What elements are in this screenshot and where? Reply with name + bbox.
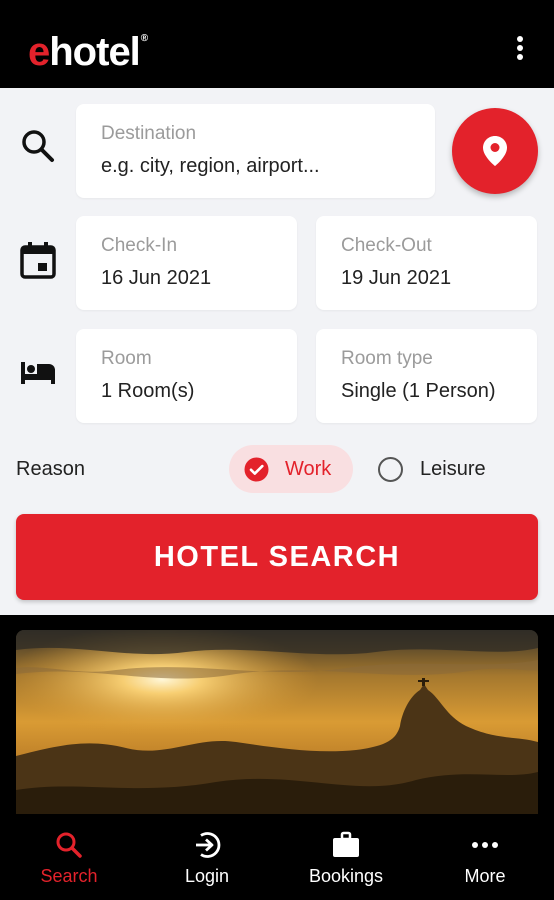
nav-login[interactable]: Login: [152, 814, 262, 900]
checkout-label: Check-Out: [341, 235, 432, 256]
checkin-label: Check-In: [101, 235, 178, 256]
checkout-field[interactable]: Check-Out 19 Jun 2021: [316, 216, 537, 310]
app-bar: ehotel®: [0, 0, 554, 88]
hotel-search-button[interactable]: HOTEL SEARCH: [16, 514, 538, 600]
hero-image: [16, 630, 538, 814]
reason-work-option[interactable]: Work: [229, 445, 353, 493]
logo-e: e: [28, 30, 50, 74]
logo-text: hotel: [49, 30, 141, 74]
nav-login-label: Login: [184, 866, 230, 886]
reason-label: Reason: [16, 458, 85, 480]
briefcase-icon: [333, 831, 359, 857]
destination-label: Destination: [101, 123, 197, 144]
search-icon: [22, 130, 54, 162]
checkout-value: 19 Jun 2021: [341, 267, 452, 289]
checkin-value: 16 Jun 2021: [101, 267, 212, 289]
room-type-field[interactable]: Room type Single (1 Person): [316, 329, 537, 423]
checkin-field[interactable]: Check-In 16 Jun 2021: [76, 216, 297, 310]
sunset-landscape-image: [16, 630, 538, 814]
reason-leisure-label: Leisure: [420, 458, 486, 480]
ehotel-logo[interactable]: ehotel®: [28, 28, 148, 87]
nav-search[interactable]: Search: [14, 814, 124, 900]
nav-bookings-label: Bookings: [308, 866, 384, 886]
calendar-icon: [20, 242, 56, 279]
bed-icon: [21, 362, 55, 384]
reason-work-label: Work: [285, 458, 332, 480]
nav-search-label: Search: [40, 866, 98, 886]
nav-bookings[interactable]: Bookings: [291, 814, 401, 900]
room-count-field[interactable]: Room 1 Room(s): [76, 329, 297, 423]
unchecked-radio-icon: [378, 457, 403, 482]
room-type-label: Room type: [341, 348, 433, 369]
search-icon: [56, 832, 82, 858]
bottom-navigation: Search Login Bookings More: [0, 814, 554, 900]
logo-registered: ®: [140, 33, 148, 44]
login-icon: [196, 832, 221, 858]
overflow-menu-icon[interactable]: [516, 36, 524, 62]
reason-leisure-option[interactable]: Leisure: [378, 445, 518, 493]
nav-more[interactable]: More: [430, 814, 540, 900]
room-label: Room: [101, 348, 152, 369]
more-icon: [472, 842, 498, 848]
destination-placeholder: e.g. city, region, airport...: [101, 155, 320, 177]
location-pin-icon: [483, 136, 507, 166]
destination-field[interactable]: Destination e.g. city, region, airport..…: [76, 104, 435, 198]
current-location-button[interactable]: [452, 108, 538, 194]
room-type-value: Single (1 Person): [341, 380, 496, 402]
checked-radio-icon: [244, 457, 269, 482]
room-value: 1 Room(s): [101, 380, 195, 402]
nav-more-label: More: [464, 866, 506, 886]
